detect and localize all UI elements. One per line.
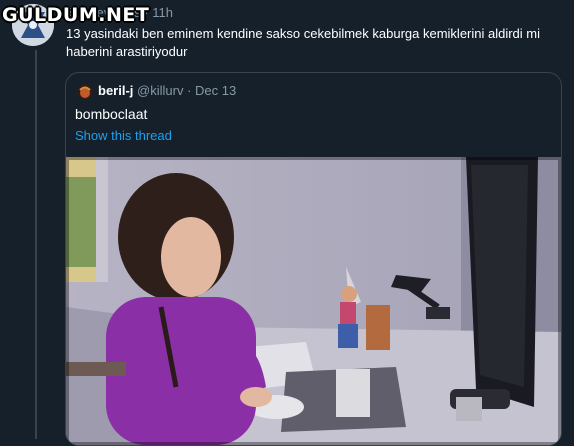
tweet-text: 13 yasindaki ben eminem kendine sakso ce…	[66, 26, 541, 59]
quote-text: bomboclaat	[75, 106, 148, 122]
quoted-photo-image	[66, 157, 561, 445]
quote-author-handle[interactable]: @killurv	[137, 83, 183, 98]
quote-header: beril-j @killurv · Dec 13	[98, 83, 236, 98]
quote-author-name[interactable]: beril-j	[98, 83, 133, 98]
quoted-photo[interactable]	[66, 157, 561, 445]
quote-avatar	[77, 84, 93, 100]
quote-date[interactable]: Dec 13	[195, 83, 236, 98]
quote-tweet-card[interactable]: beril-j @killurv · Dec 13 bomboclaat Sho…	[65, 72, 562, 446]
separator: ·	[187, 83, 192, 98]
quote-avatar-image	[77, 84, 93, 100]
thread-line	[35, 50, 37, 439]
watermark-logo: GULDUM.NET	[2, 4, 150, 26]
tweet-time[interactable]: 11h	[152, 5, 173, 20]
show-thread-link[interactable]: Show this thread	[75, 128, 172, 143]
